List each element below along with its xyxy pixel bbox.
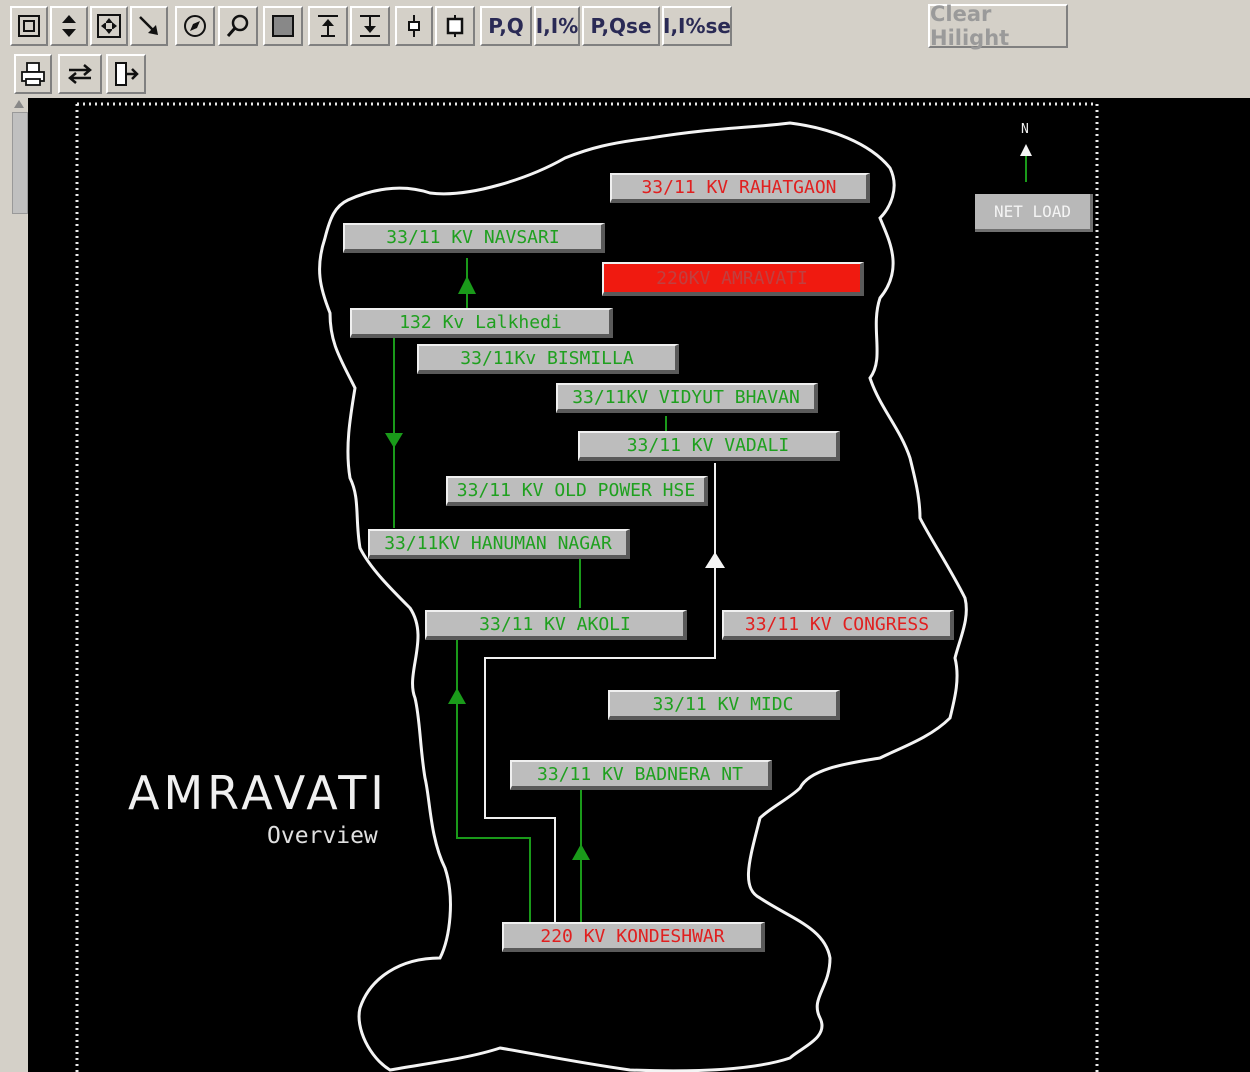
find-button[interactable] <box>218 6 258 46</box>
station-congress[interactable]: 33/11 KV CONGRESS <box>722 610 954 640</box>
swap-arrows-icon <box>68 64 92 84</box>
compass-icon <box>184 15 206 37</box>
printer-icon <box>21 62 45 86</box>
map-subtitle: Overview <box>267 823 378 849</box>
station-kondeshwar[interactable]: 220 KV KONDESHWAR <box>502 922 765 952</box>
clear-hilight-button[interactable]: Clear Hilight <box>928 2 1068 50</box>
zoom-extents-icon <box>97 14 121 38</box>
pointer-button[interactable] <box>130 6 168 46</box>
net-load-button[interactable]: NET LOAD <box>975 194 1093 232</box>
map-title: AMRAVATI <box>128 766 388 820</box>
exit-button[interactable] <box>106 54 146 94</box>
pan-updown-icon <box>62 15 76 37</box>
rectangle-button[interactable] <box>263 6 303 46</box>
raise-icon <box>318 15 338 37</box>
lower-icon <box>360 15 380 37</box>
lower-button[interactable] <box>350 6 390 46</box>
swap-button[interactable] <box>58 54 102 94</box>
station-rahatgaon[interactable]: 33/11 KV RAHATGAON <box>610 173 870 203</box>
fit-window-icon <box>18 15 40 37</box>
map-canvas[interactable]: N NET LOAD 33/11 KV RAHATGAON 33/11 KV N… <box>10 98 1250 1072</box>
pq-button[interactable]: P,Q <box>480 6 532 46</box>
north-arrow-head <box>1020 144 1032 156</box>
north-label: N <box>1021 122 1029 137</box>
station-bismilla[interactable]: 33/11Kv BISMILLA <box>417 344 679 374</box>
breaker-icon <box>408 15 420 37</box>
station-badnera-nt[interactable]: 33/11 KV BADNERA NT <box>510 760 772 790</box>
flow-arrow-white <box>705 552 725 568</box>
i-percent-button[interactable]: I,I% <box>534 6 580 46</box>
pqse-button[interactable]: P,Qse <box>582 6 660 46</box>
station-vadali[interactable]: 33/11 KV VADALI <box>578 431 840 461</box>
station-midc[interactable]: 33/11 KV MIDC <box>608 690 840 720</box>
station-hanuman-nagar[interactable]: 33/11KV HANUMAN NAGAR <box>368 529 630 559</box>
compass-button[interactable] <box>175 6 215 46</box>
fit-window-button[interactable] <box>10 6 48 46</box>
print-button[interactable] <box>14 54 52 94</box>
isolator-icon <box>446 15 464 37</box>
station-akoli[interactable]: 33/11 KV AKOLI <box>425 610 687 640</box>
exit-door-icon <box>115 62 139 86</box>
pan-button[interactable] <box>50 6 88 46</box>
magnifier-icon <box>226 14 249 37</box>
station-amravati-220kv[interactable]: 220KV AMRAVATI <box>602 262 864 296</box>
rectangle-icon <box>272 15 294 37</box>
toolbar: P,Q I,I% P,Qse I,I%se Clear Hilight <box>0 0 1250 98</box>
arrow-pointer-icon <box>139 16 158 35</box>
zoom-extents-button[interactable] <box>90 6 128 46</box>
isolator-button[interactable] <box>435 6 475 46</box>
station-navsari[interactable]: 33/11 KV NAVSARI <box>343 223 605 253</box>
raise-button[interactable] <box>308 6 348 46</box>
station-lalkhedi[interactable]: 132 Kv Lalkhedi <box>350 308 613 338</box>
station-vidyut-bhavan[interactable]: 33/11KV VIDYUT BHAVAN <box>556 383 818 413</box>
station-old-power-hse[interactable]: 33/11 KV OLD POWER HSE <box>446 476 708 506</box>
breaker-button[interactable] <box>395 6 433 46</box>
i-percent-se-button[interactable]: I,I%se <box>662 6 732 46</box>
